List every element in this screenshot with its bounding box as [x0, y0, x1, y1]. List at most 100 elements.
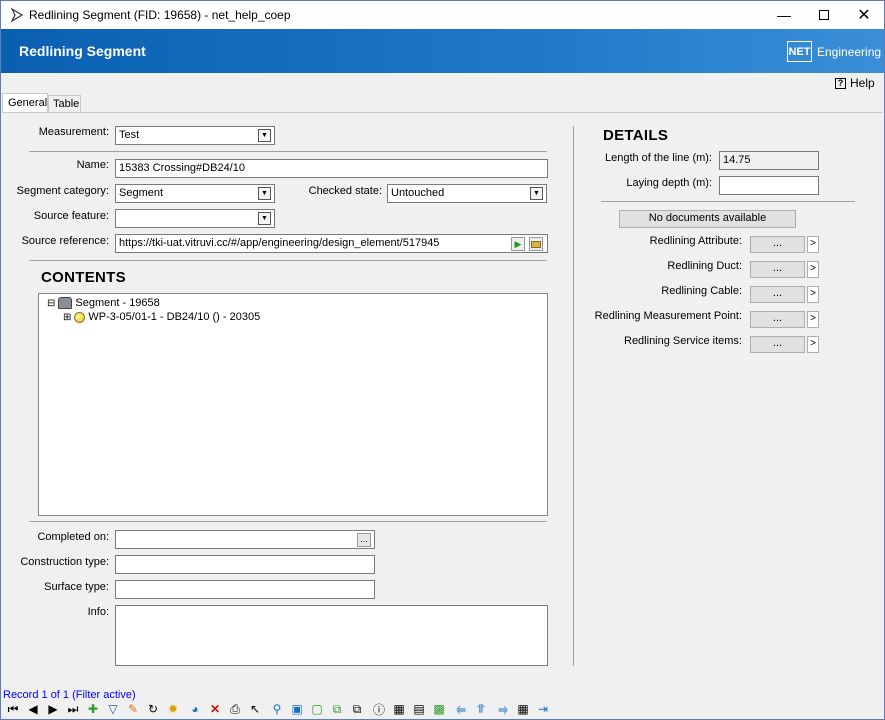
split-icon[interactable]: ⥤ [495, 701, 511, 717]
next-record-icon[interactable]: ▶ [45, 701, 61, 717]
add-filter-icon[interactable]: ✚ [85, 701, 101, 717]
globe-icon[interactable]: ◕ [187, 701, 203, 717]
length-value: 14.75 [723, 154, 751, 166]
header-banner: Redlining Segment NET Engineering [1, 29, 884, 73]
tree-node-segment[interactable]: ⊟ Segment - 19658 [47, 297, 160, 309]
banner-title: Redlining Segment [19, 43, 146, 59]
source-feature-label: Source feature: [33, 210, 109, 222]
title-bar: Redlining Segment (FID: 19658) - net_hel… [1, 1, 884, 29]
duplicate-icon[interactable]: ⧉ [349, 701, 365, 717]
redlining-service-items-arrow[interactable]: > [807, 336, 819, 353]
zoom-icon[interactable]: ⚲ [269, 701, 285, 717]
tab-table[interactable]: Table [48, 95, 81, 112]
redlining-measurement-point-button[interactable]: ... [750, 311, 805, 328]
segment-category-select[interactable]: Segment [115, 184, 275, 203]
edit-icon[interactable]: ✎ [125, 701, 141, 717]
source-feature-select[interactable] [115, 209, 275, 228]
column-separator [573, 126, 574, 666]
checked-state-value: Untouched [391, 187, 445, 199]
exit-icon[interactable]: ⇥ [535, 701, 551, 717]
chevron-down-icon[interactable]: ▼ [258, 129, 271, 142]
divider [29, 260, 547, 261]
redlining-service-items-label: Redlining Service items: [624, 335, 742, 347]
segment-category-label: Segment category: [16, 185, 109, 197]
play-icon[interactable]: ▶ [511, 237, 525, 251]
construction-type-label: Construction type: [20, 556, 109, 568]
length-field: 14.75 [719, 151, 819, 170]
redlining-duct-button[interactable]: ... [750, 261, 805, 278]
zoom-extent-icon[interactable]: ▣ [289, 701, 305, 717]
help-button[interactable]: ? Help [835, 76, 875, 90]
filter-icon[interactable]: ▽ [105, 701, 121, 717]
redlining-cable-arrow[interactable]: > [807, 286, 819, 303]
collapse-icon[interactable]: ⊟ [47, 298, 55, 309]
redlining-attribute-button[interactable]: ... [750, 236, 805, 253]
net-logo-text: Engineering [817, 45, 882, 59]
last-record-icon[interactable]: ⏭ [65, 701, 81, 717]
redlining-duct-label: Redlining Duct: [667, 260, 742, 272]
info-icon[interactable]: ⓘ [371, 701, 387, 717]
tree-node-workpackage[interactable]: ⊞ WP-3-05/01-1 - DB24/10 () - 20305 [63, 311, 260, 323]
checked-state-label: Checked state: [308, 185, 382, 197]
close-icon[interactable]: ✕ [844, 1, 884, 29]
laying-depth-label: Laying depth (m): [626, 177, 712, 189]
refresh-icon[interactable]: ↻ [145, 701, 161, 717]
previous-record-icon[interactable]: ◀ [25, 701, 41, 717]
maximize-icon[interactable] [804, 1, 844, 29]
laying-depth-field[interactable] [719, 176, 819, 195]
select-icon[interactable]: ↖ [247, 701, 263, 717]
redlining-cable-button[interactable]: ... [750, 286, 805, 303]
draw-icon[interactable]: ⥣ [473, 701, 489, 717]
add-image-icon[interactable]: ▩ [431, 701, 447, 717]
tree-node-label: WP-3-05/01-1 - DB24/10 () - 20305 [88, 311, 261, 323]
first-record-icon[interactable]: ⏮ [5, 701, 21, 717]
layer-icon[interactable]: ▢ [309, 701, 325, 717]
contents-tree[interactable]: ⊟ Segment - 19658 ⊞ WP-3-05/01-1 - DB24/… [38, 293, 548, 516]
minimize-icon[interactable]: — [764, 1, 804, 29]
measure-icon[interactable]: ⥢ [453, 701, 469, 717]
divider [29, 151, 547, 152]
info-field[interactable] [115, 605, 548, 666]
tree-node-label: Segment - 19658 [75, 297, 160, 309]
expand-icon[interactable]: ⊞ [63, 312, 71, 323]
construction-type-field[interactable] [115, 555, 375, 574]
help-icon: ? [835, 77, 846, 89]
surface-type-label: Surface type: [44, 581, 109, 593]
details-title: DETAILS [603, 127, 669, 144]
chevron-down-icon[interactable]: ▼ [530, 187, 543, 200]
source-reference-label: Source reference: [21, 235, 109, 247]
report-icon[interactable]: ▦ [391, 701, 407, 717]
chevron-down-icon[interactable]: ▼ [258, 212, 271, 225]
tab-table-label: Table [53, 98, 80, 110]
copy-icon[interactable]: ⧉ [329, 701, 345, 717]
bulb-icon [74, 311, 86, 323]
print-icon[interactable]: ⎙ [227, 701, 243, 717]
measurement-value: Test [119, 129, 140, 141]
segment-icon [58, 297, 73, 309]
net-logo: NET [787, 41, 812, 62]
redlining-measurement-point-arrow[interactable]: > [807, 311, 819, 328]
folder-icon[interactable] [529, 237, 543, 251]
measurement-select[interactable]: Test [115, 126, 275, 145]
divider [601, 201, 855, 202]
delete-icon[interactable]: ✕ [207, 701, 223, 717]
new-icon[interactable]: ✹ [165, 701, 181, 717]
completed-on-field[interactable] [115, 530, 375, 549]
name-field[interactable]: 15383 Crossing#DB24/10 [115, 159, 548, 178]
name-label: Name: [76, 159, 109, 171]
redlining-duct-arrow[interactable]: > [807, 261, 819, 278]
checked-state-select[interactable]: Untouched [387, 184, 547, 203]
chevron-down-icon[interactable]: ▼ [258, 187, 271, 200]
document-icon[interactable]: ▤ [411, 701, 427, 717]
redlining-attribute-arrow[interactable]: > [807, 236, 819, 253]
documents-status: No documents available [619, 210, 796, 228]
surface-type-field[interactable] [115, 580, 375, 599]
app-icon [10, 7, 24, 23]
source-reference-field[interactable]: https://tki-uat.vitruvi.cc/#/app/enginee… [115, 234, 548, 253]
date-picker-button[interactable]: ... [357, 533, 371, 547]
completed-on-label: Completed on: [37, 531, 109, 543]
name-value: 15383 Crossing#DB24/10 [119, 162, 245, 174]
redlining-service-items-button[interactable]: ... [750, 336, 805, 353]
table-icon[interactable]: ▦ [515, 701, 531, 717]
tab-general[interactable]: General [2, 93, 48, 113]
